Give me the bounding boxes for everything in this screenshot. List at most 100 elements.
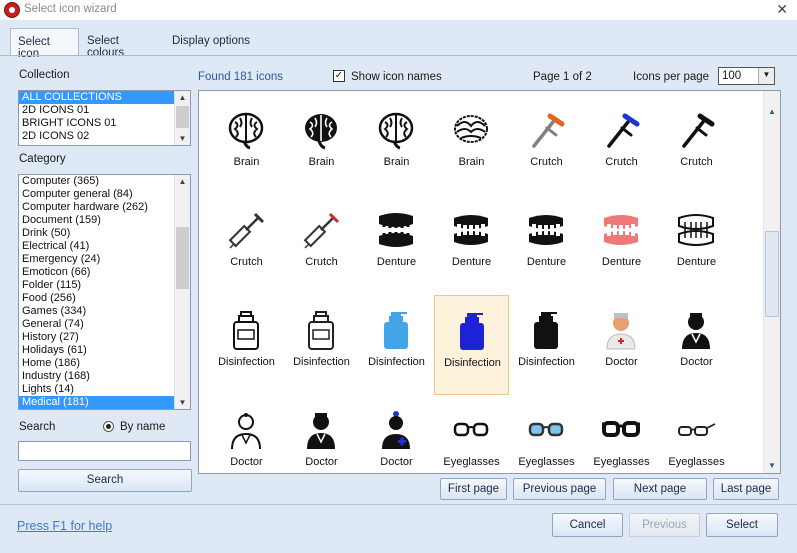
icon-grid-scrollbar[interactable]: ▲ ▼	[763, 91, 780, 473]
category-item[interactable]: General (74)	[19, 318, 190, 331]
collection-item[interactable]: BRIGHT ICONS 01	[19, 117, 190, 130]
scroll-down-icon[interactable]: ▼	[175, 396, 190, 409]
icon-tile[interactable]: Disinfection	[284, 295, 359, 395]
icon-tile[interactable]: Disinfection	[209, 295, 284, 395]
icon-tile[interactable]: Crutch	[659, 95, 734, 195]
category-item[interactable]: History (27)	[19, 331, 190, 344]
first-page-button[interactable]: First page	[440, 478, 507, 500]
category-item[interactable]: Holidays (61)	[19, 344, 190, 357]
collection-item[interactable]: 2D ICONS 02	[19, 130, 190, 143]
cancel-button[interactable]: Cancel	[552, 513, 623, 537]
icon-name: Eyeglasses	[518, 456, 575, 468]
icon-tile[interactable]: Crutch	[584, 95, 659, 195]
icon-tile[interactable]: Doctor	[209, 395, 284, 473]
footer-divider	[0, 504, 797, 505]
icon-tile[interactable]: Eyeglasses	[509, 395, 584, 473]
icon-tile[interactable]: Denture	[659, 195, 734, 295]
search-input[interactable]	[18, 441, 191, 461]
icon-tile[interactable]: Brain	[284, 95, 359, 195]
icon-tile[interactable]: Doctor	[659, 295, 734, 395]
category-items: Computer (365) Computer general (84) Compu…	[19, 175, 190, 409]
icon-name: Brain	[383, 156, 410, 168]
category-item[interactable]: Medical (181)	[19, 396, 190, 409]
icon-tile[interactable]: Disinfection	[509, 295, 584, 395]
icon-tile[interactable]: Brain	[434, 95, 509, 195]
category-item[interactable]: Document (159)	[19, 214, 190, 227]
last-page-button[interactable]: Last page	[713, 478, 779, 500]
icon-tile[interactable]: Doctor	[284, 395, 359, 473]
icon-tile[interactable]: Crutch	[209, 195, 284, 295]
icon-tile[interactable]: Denture	[509, 195, 584, 295]
icon-tile[interactable]: Brain	[209, 95, 284, 195]
category-item[interactable]: Industry (168)	[19, 370, 190, 383]
category-item[interactable]: Computer (365)	[19, 175, 190, 188]
by-name-radio[interactable]	[103, 421, 114, 432]
icon-tile[interactable]: Denture	[359, 195, 434, 295]
icon-tile[interactable]: Brain	[359, 95, 434, 195]
scroll-up-icon[interactable]: ▲	[764, 105, 780, 119]
collection-list[interactable]: ALL COLLECTIONS 2D ICONS 01 BRIGHT ICONS 0…	[18, 90, 191, 146]
icons-per-page-select[interactable]: 100 ▼	[718, 67, 775, 85]
icon-tile[interactable]: Crutch	[509, 95, 584, 195]
category-item[interactable]: Emoticon (66)	[19, 266, 190, 279]
category-item[interactable]: Drink (50)	[19, 227, 190, 240]
crutch-icon	[607, 113, 640, 148]
scroll-down-icon[interactable]: ▼	[764, 459, 780, 473]
scroll-thumb[interactable]	[176, 227, 189, 289]
category-list[interactable]: Computer (365) Computer general (84) Compu…	[18, 174, 191, 410]
category-scrollbar[interactable]: ▲ ▼	[174, 175, 190, 409]
category-item[interactable]: Folder (115)	[19, 279, 190, 292]
select-button[interactable]: Select	[706, 513, 778, 537]
eyeglasses-icon	[453, 422, 489, 437]
tab-select-colours[interactable]: Select colours	[80, 28, 162, 59]
search-label: Search	[19, 421, 56, 433]
icon-tile[interactable]: Doctor	[359, 395, 434, 473]
next-page-button[interactable]: Next page	[613, 478, 707, 500]
icon-tile[interactable]: Eyeglasses	[584, 395, 659, 473]
chevron-down-icon[interactable]: ▼	[758, 68, 774, 84]
icon-tile[interactable]: Doctor	[584, 295, 659, 395]
page-indicator: Page 1 of 2	[533, 71, 592, 83]
help-link[interactable]: Press F1 for help	[17, 519, 112, 533]
icon-tile[interactable]: Denture	[434, 195, 509, 295]
show-names-label: Show icon names	[351, 71, 442, 83]
scroll-thumb[interactable]	[765, 231, 779, 317]
disinfection-icon	[534, 312, 558, 349]
collection-item[interactable]: 2D ICONS 01	[19, 104, 190, 117]
show-names-checkbox[interactable]: ✓	[333, 70, 345, 82]
icon-tile[interactable]: Disinfection	[434, 295, 509, 395]
category-item[interactable]: Computer hardware (262)	[19, 201, 190, 214]
disinfection-icon	[460, 313, 484, 350]
icon-name: Eyeglasses	[668, 456, 725, 468]
collection-scrollbar[interactable]: ▲ ▼	[174, 91, 190, 145]
category-item[interactable]: Electrical (41)	[19, 240, 190, 253]
search-button[interactable]: Search	[18, 469, 192, 492]
brain-icon	[228, 112, 264, 150]
category-item[interactable]: Computer general (84)	[19, 188, 190, 201]
category-item[interactable]: Lights (14)	[19, 383, 190, 396]
icon-name: Disinfection	[293, 356, 350, 368]
scroll-down-icon[interactable]: ▼	[175, 132, 190, 145]
collection-item[interactable]: ALL COLLECTIONS	[19, 91, 190, 104]
icon-tile[interactable]: Disinfection	[359, 295, 434, 395]
category-item[interactable]: Food (256)	[19, 292, 190, 305]
category-item[interactable]: Emergency (24)	[19, 253, 190, 266]
icon-tile[interactable]: Eyeglasses	[434, 395, 509, 473]
title-bar: Select icon wizard ✕	[0, 0, 797, 20]
close-icon[interactable]: ✕	[776, 1, 788, 18]
scroll-thumb[interactable]	[176, 106, 189, 128]
by-name-label: By name	[120, 421, 166, 433]
scroll-up-icon[interactable]: ▲	[175, 175, 190, 188]
tab-display-options[interactable]: Display options	[165, 28, 257, 56]
scroll-up-icon[interactable]: ▲	[175, 91, 190, 104]
icon-name: Disinfection	[444, 357, 501, 369]
icon-tile[interactable]: Denture	[584, 195, 659, 295]
category-item[interactable]: Games (334)	[19, 305, 190, 318]
tab-select-icon[interactable]: Select icon	[10, 28, 79, 60]
icon-name: Crutch	[230, 256, 263, 268]
icon-tile[interactable]: Crutch	[284, 195, 359, 295]
denture-icon	[454, 215, 488, 245]
previous-page-button[interactable]: Previous page	[513, 478, 606, 500]
icon-tile[interactable]: Eyeglasses	[659, 395, 734, 473]
category-item[interactable]: Home (186)	[19, 357, 190, 370]
